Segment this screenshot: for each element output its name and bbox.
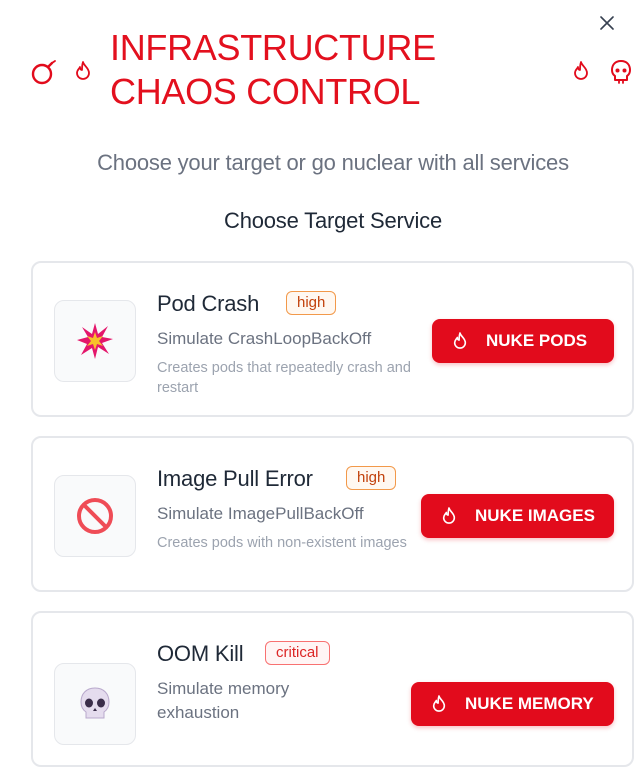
fire-icon	[574, 61, 588, 80]
title-line-1: INFRASTRUCTURE	[110, 27, 436, 68]
collision-icon	[77, 323, 113, 359]
fire-icon	[452, 331, 468, 351]
nuke-button-label: NUKE PODS	[486, 331, 588, 350]
service-name: Image Pull Error	[157, 466, 313, 491]
service-icon-box	[54, 300, 136, 382]
skull-icon	[80, 687, 110, 719]
dialog-subtitle: Choose your target or go nuclear with al…	[97, 150, 569, 175]
section-title: Choose Target Service	[224, 208, 442, 233]
severity-badge: high	[346, 466, 397, 490]
fire-icon	[431, 694, 447, 714]
title-line-2: CHAOS CONTROL	[110, 71, 421, 112]
service-card-pod-crash: Pod Crash high Simulate CrashLoopBackOff…	[31, 261, 634, 417]
service-detail: Creates pods with non-existent images	[157, 535, 407, 551]
service-description-line-2: exhaustion	[157, 703, 240, 722]
service-icon-box	[54, 475, 136, 557]
skull-icon	[611, 60, 631, 84]
service-description-line-1: Simulate memory	[157, 679, 290, 698]
nuke-button-label: NUKE MEMORY	[465, 694, 594, 713]
nuke-button-label: NUKE IMAGES	[475, 506, 595, 525]
dialog-title: INFRASTRUCTURE CHAOS CONTROL	[110, 26, 550, 114]
service-description: Simulate memory exhaustion	[157, 677, 289, 725]
service-name: OOM Kill	[157, 641, 244, 666]
fire-icon	[76, 61, 90, 80]
nuke-memory-button[interactable]: NUKE MEMORY	[411, 682, 614, 726]
severity-badge: high	[286, 291, 337, 315]
service-description: Simulate CrashLoopBackOff	[157, 329, 372, 348]
dialog-header: INFRASTRUCTURE CHAOS CONTROL	[0, 0, 637, 140]
severity-badge: critical	[265, 641, 330, 665]
service-detail: Creates pods that repeatedly crash and r…	[157, 360, 411, 396]
service-name: Pod Crash	[157, 291, 260, 316]
service-card-oom-kill: OOM Kill critical Simulate memory exhaus…	[31, 611, 634, 767]
service-description: Simulate ImagePullBackOff	[157, 504, 364, 523]
service-icon-box	[54, 663, 136, 745]
nuke-pods-button[interactable]: NUKE PODS	[432, 319, 614, 363]
bomb-icon	[31, 60, 56, 85]
service-card-image-pull-error: Image Pull Error high Simulate ImagePull…	[31, 436, 634, 592]
prohibited-icon	[77, 498, 113, 534]
fire-icon	[441, 506, 457, 526]
nuke-images-button[interactable]: NUKE IMAGES	[421, 494, 614, 538]
